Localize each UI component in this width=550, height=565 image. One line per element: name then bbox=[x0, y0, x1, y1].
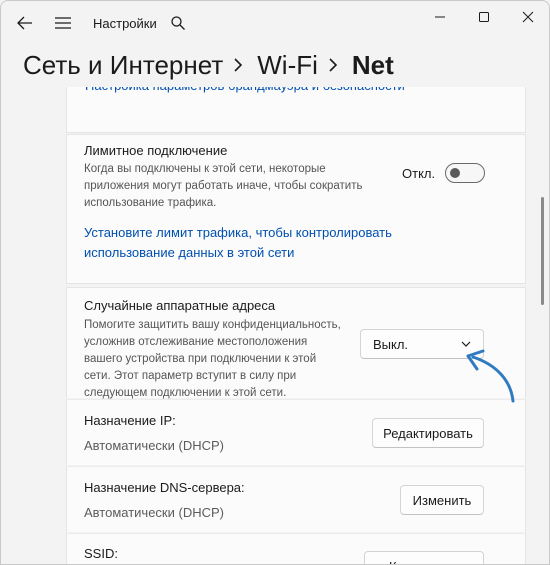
maximize-button[interactable] bbox=[467, 7, 501, 27]
breadcrumb-separator bbox=[223, 45, 257, 85]
annotation-arrow-icon bbox=[466, 349, 515, 403]
firewall-settings-link[interactable]: Настройка параметров брандмауэра и безоп… bbox=[85, 87, 405, 96]
dns-assignment-title: Назначение DNS-сервера: bbox=[84, 480, 245, 495]
random-hardware-address-description: Помогите защитить вашу конфиденциальност… bbox=[84, 319, 341, 399]
metered-connection-description: Когда вы подключены к этой сети, некотор… bbox=[84, 163, 363, 209]
search-icon bbox=[171, 16, 185, 30]
chevron-right-icon bbox=[234, 58, 243, 72]
scrollbar-thumb[interactable] bbox=[541, 197, 544, 305]
data-limit-link[interactable]: Установите лимит трафика, чтобы контроли… bbox=[84, 223, 392, 263]
hamburger-menu-icon bbox=[55, 17, 71, 29]
random-hardware-address-card: Случайные аппаратные адреса Помогите защ… bbox=[66, 287, 526, 399]
edit-dns-button[interactable]: Изменить bbox=[400, 485, 484, 515]
settings-content[interactable]: Настройка параметров брандмауэра и безоп… bbox=[1, 87, 537, 564]
metered-connection-title: Лимитное подключение bbox=[84, 143, 228, 158]
search-button[interactable] bbox=[164, 9, 192, 37]
ip-assignment-card: Назначение IP: Автоматически (DHCP) Реда… bbox=[66, 399, 526, 465]
breadcrumb-wifi[interactable]: Wi-Fi bbox=[257, 50, 318, 81]
copy-ssid-button[interactable]: Копировать bbox=[364, 551, 484, 564]
breadcrumb: Сеть и Интернет Wi-Fi Net bbox=[23, 45, 394, 85]
metered-connection-toggle[interactable] bbox=[445, 163, 485, 183]
random-hardware-address-title: Случайные аппаратные адреса bbox=[84, 298, 276, 313]
app-title: Настройки bbox=[93, 16, 157, 31]
minimize-button[interactable] bbox=[423, 7, 457, 27]
chevron-right-icon bbox=[329, 58, 338, 72]
ip-assignment-title: Назначение IP: bbox=[84, 413, 176, 428]
back-button[interactable] bbox=[11, 9, 39, 37]
back-arrow-icon bbox=[17, 16, 32, 30]
title-bar: Настройки bbox=[1, 1, 549, 45]
close-button[interactable] bbox=[511, 7, 545, 27]
breadcrumb-network-internet[interactable]: Сеть и Интернет bbox=[23, 50, 223, 81]
page-title: Net bbox=[351, 49, 394, 80]
metered-toggle-label: Откл. bbox=[402, 166, 436, 181]
dropdown-selected-value: Выкл. bbox=[373, 336, 409, 352]
breadcrumb-separator bbox=[318, 45, 352, 85]
edit-ip-button[interactable]: Редактировать bbox=[372, 418, 484, 448]
settings-window: Настройки Сеть и Интернет Wi-Fi Net Наст… bbox=[0, 0, 550, 565]
firewall-card: Настройка параметров брандмауэра и безоп… bbox=[66, 87, 526, 133]
maximize-icon bbox=[479, 12, 489, 22]
ssid-title: SSID: bbox=[84, 546, 118, 561]
dns-assignment-value: Автоматически (DHCP) bbox=[84, 505, 224, 520]
ssid-card: SSID: Копировать bbox=[66, 533, 526, 564]
close-icon bbox=[522, 11, 534, 23]
toggle-knob bbox=[450, 168, 460, 178]
minimize-icon bbox=[435, 16, 445, 18]
metered-connection-card: Лимитное подключение Когда вы подключены… bbox=[66, 134, 526, 284]
dns-assignment-card: Назначение DNS-сервера: Автоматически (D… bbox=[66, 466, 526, 532]
navigation-menu-button[interactable] bbox=[49, 9, 77, 37]
ip-assignment-value: Автоматически (DHCP) bbox=[84, 438, 224, 453]
